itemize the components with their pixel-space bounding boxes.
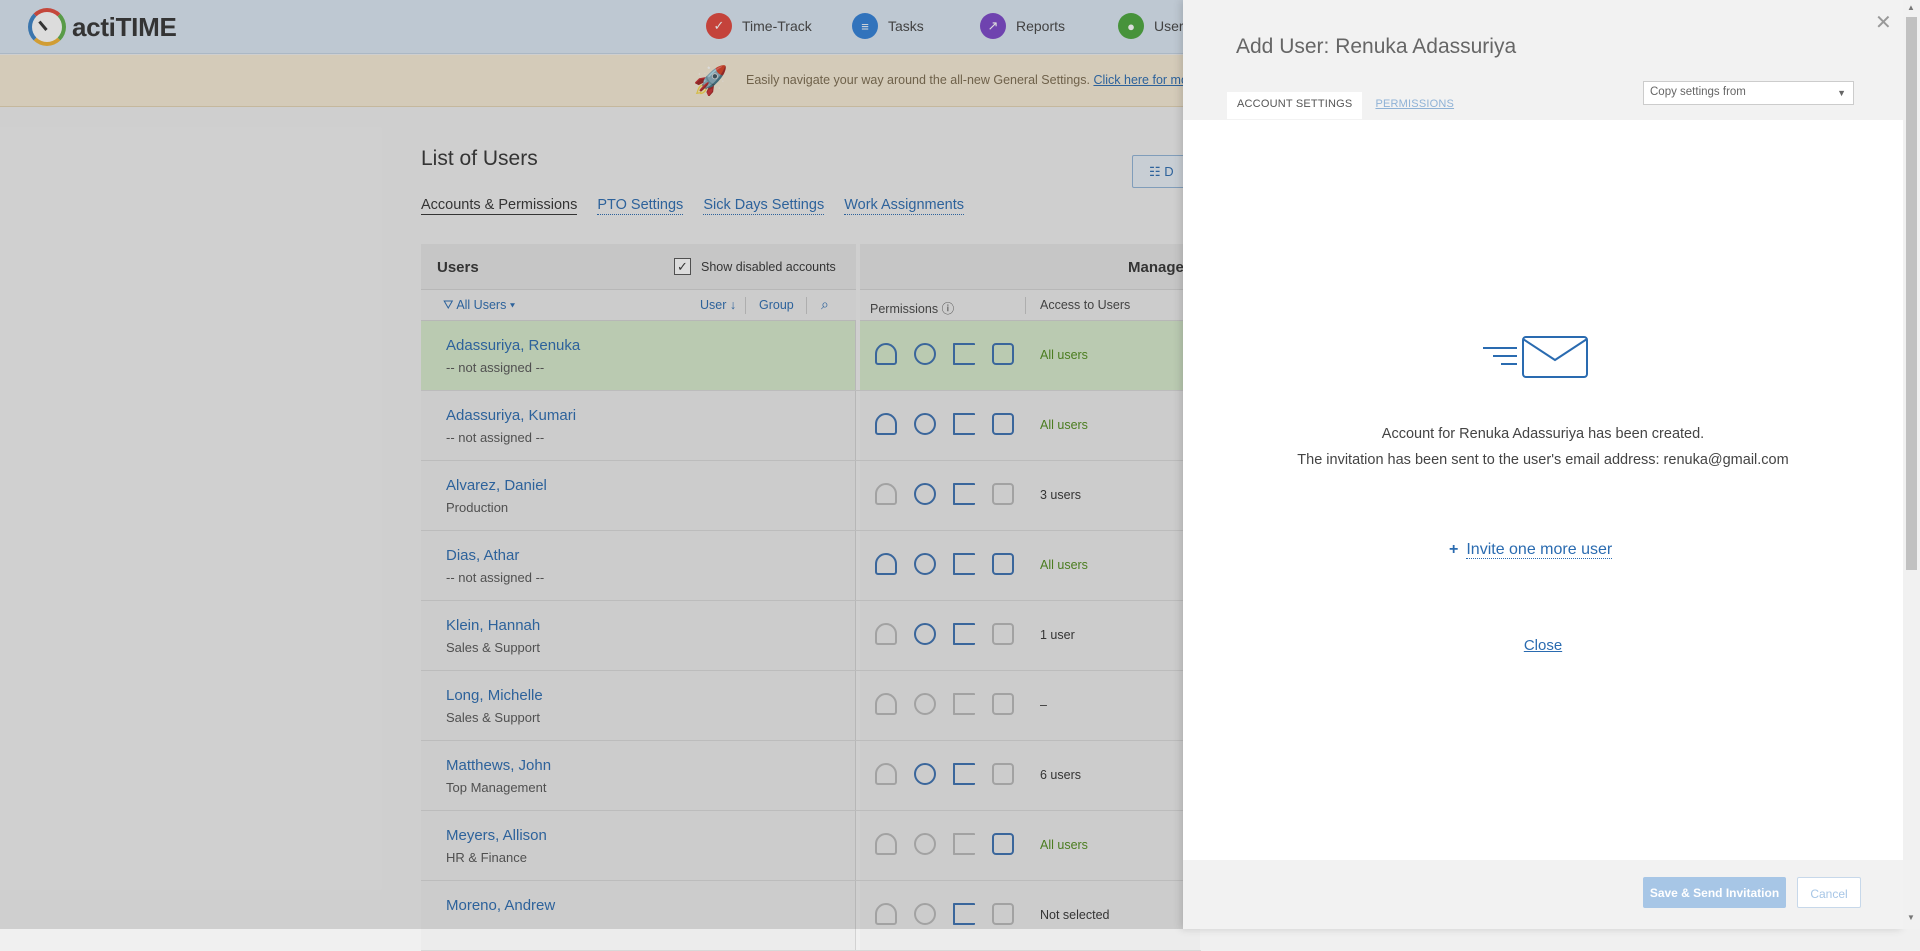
panel-tabs: ACCOUNT SETTINGS PERMISSIONS xyxy=(1227,92,1464,119)
invitation-sent-message: The invitation has been sent to the user… xyxy=(1297,452,1789,468)
add-user-panel: Add User: Renuka Adassuriya ✕ ACCOUNT SE… xyxy=(1183,0,1903,929)
tab-permissions[interactable]: PERMISSIONS xyxy=(1365,92,1464,119)
invite-label: Invite one more user xyxy=(1466,541,1613,559)
cancel-button[interactable]: Cancel xyxy=(1797,877,1861,908)
close-icon[interactable]: ✕ xyxy=(1875,10,1892,35)
close-link-wrap: Close xyxy=(1183,637,1903,654)
scrollbar[interactable]: ▲ ▼ xyxy=(1903,0,1920,929)
scroll-up-icon[interactable]: ▲ xyxy=(1907,3,1915,12)
scroll-down-icon[interactable]: ▼ xyxy=(1907,913,1915,922)
caret-down-icon: ▼ xyxy=(1837,88,1846,98)
panel-header: Add User: Renuka Adassuriya ✕ ACCOUNT SE… xyxy=(1183,0,1903,120)
copy-settings-select[interactable]: Copy settings from ▼ xyxy=(1643,81,1854,105)
tab-account-settings[interactable]: ACCOUNT SETTINGS xyxy=(1227,92,1363,119)
envelope-icon xyxy=(1483,336,1588,378)
scrollbar-thumb[interactable] xyxy=(1906,17,1917,570)
close-link[interactable]: Close xyxy=(1524,637,1562,654)
panel-title: Add User: Renuka Adassuriya xyxy=(1236,35,1517,58)
copy-settings-label: Copy settings from xyxy=(1650,86,1746,98)
account-created-message: Account for Renuka Adassuriya has been c… xyxy=(1381,426,1705,442)
panel-footer: Save & Send Invitation Cancel xyxy=(1183,860,1903,929)
modal-backdrop[interactable] xyxy=(0,0,1183,929)
invite-one-more-user-link[interactable]: + Invite one more user xyxy=(1449,541,1613,559)
plus-icon: + xyxy=(1449,541,1459,558)
save-send-invitation-button[interactable]: Save & Send Invitation xyxy=(1643,877,1786,908)
